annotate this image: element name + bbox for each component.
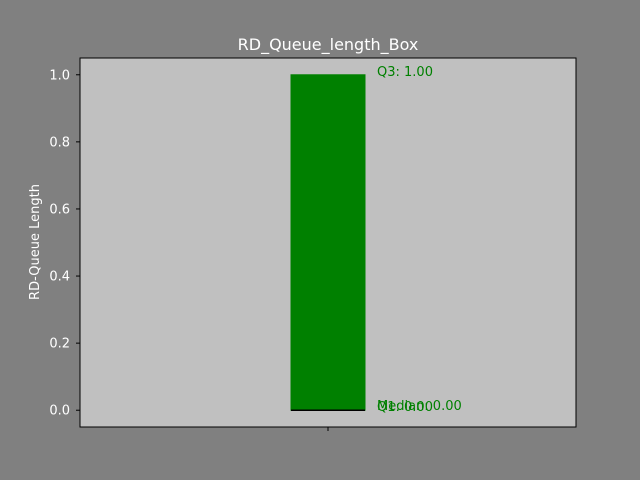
- y-tick-label: 0.2: [49, 337, 70, 352]
- chart-title: RD_Queue_length_Box: [238, 35, 419, 55]
- box-body: [290, 74, 366, 411]
- chart: RD_Queue_length_Box 0.0 0.2 0.4 0.6 0.8 1.0 R…: [28, 35, 577, 431]
- q3-annotation: Q3: 1.00: [377, 65, 433, 80]
- y-tick-label: 0.8: [49, 135, 70, 150]
- y-tick-label: 0.6: [49, 202, 70, 217]
- y-axis-label: RD-Queue Length: [28, 184, 43, 300]
- y-tick-label: 1.0: [49, 68, 70, 83]
- y-axis-ticks: 0.0 0.2 0.4 0.6 0.8 1.0: [49, 68, 80, 419]
- y-tick-label: 0.4: [49, 270, 70, 285]
- y-tick-label: 0.0: [49, 404, 70, 419]
- q1-annotation: Q1: 0.00: [377, 400, 433, 415]
